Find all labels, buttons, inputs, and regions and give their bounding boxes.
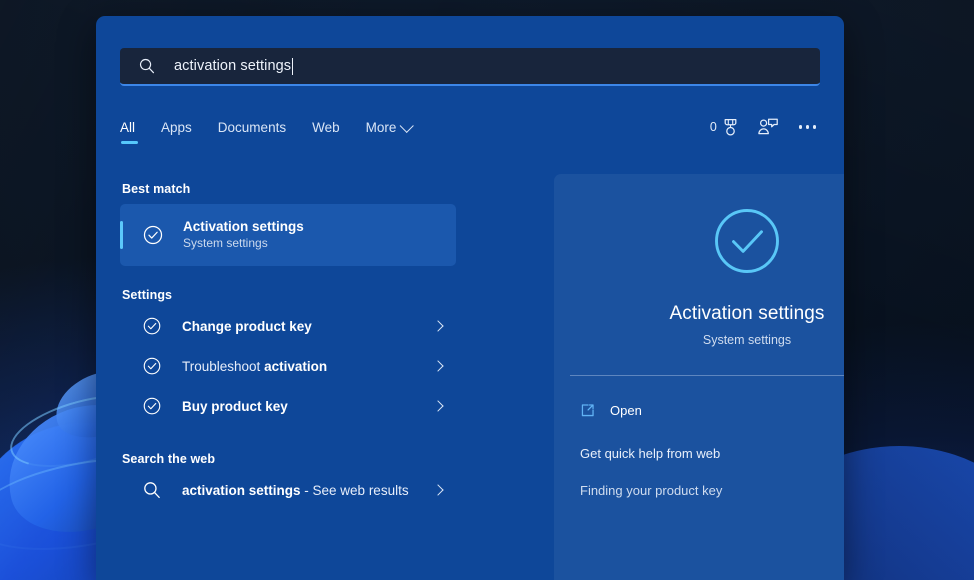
search-box-container[interactable]: activation settings	[120, 48, 820, 86]
settings-check-icon	[142, 224, 164, 246]
tab-all[interactable]: All	[120, 120, 135, 144]
preview-hero	[554, 174, 844, 283]
quick-help-link[interactable]: Get quick help from web	[580, 446, 844, 461]
tab-list: All Apps Documents Web More	[120, 120, 437, 144]
preview-title: Activation settings	[554, 303, 844, 325]
result-row-label: Change product key	[182, 319, 312, 334]
open-button[interactable]: Open	[580, 396, 844, 424]
chevron-right-icon	[432, 360, 443, 371]
ellipsis-dot	[799, 125, 802, 128]
web-query-text: activation settings	[182, 483, 301, 498]
settings-check-icon	[142, 356, 162, 376]
chevron-right-icon	[432, 484, 443, 495]
tab-web-label: Web	[312, 120, 340, 135]
result-row-buy-product-key[interactable]: Buy product key	[120, 386, 456, 426]
text-cursor	[292, 58, 293, 75]
finding-product-key-link[interactable]: Finding your product key	[580, 483, 844, 498]
best-match-result[interactable]: Activation settings System settings	[120, 204, 456, 266]
result-row-label: Buy product key	[182, 399, 288, 414]
search-results-list: Best match Activation settings System se…	[120, 174, 456, 580]
best-match-text: Activation settings System settings	[183, 219, 304, 251]
tab-documents[interactable]: Documents	[218, 120, 286, 144]
search-icon	[142, 480, 162, 500]
tab-apps-label: Apps	[161, 120, 192, 135]
result-row-label: activation settings - See web results	[182, 483, 409, 498]
tab-web[interactable]: Web	[312, 120, 340, 144]
web-results-suffix: - See web results	[301, 483, 409, 498]
search-filter-tabbar: All Apps Documents Web More 0	[120, 120, 820, 154]
tabbar-actions: 0	[710, 117, 820, 137]
tab-all-label: All	[120, 120, 135, 135]
open-button-label: Open	[610, 403, 642, 418]
preview-actions: Open Get quick help from web Finding you…	[554, 376, 844, 498]
windows-search-panel: activation settings All Apps Documents W…	[96, 16, 844, 580]
tab-more[interactable]: More	[366, 120, 412, 144]
rewards-button[interactable]: 0	[710, 118, 739, 137]
section-header-search-the-web: Search the web	[120, 426, 456, 470]
chevron-right-icon	[432, 400, 443, 411]
tab-documents-label: Documents	[218, 120, 286, 135]
feedback-icon[interactable]	[757, 117, 779, 137]
search-icon	[138, 57, 156, 75]
selection-accent-bar	[120, 221, 123, 249]
section-header-best-match: Best match	[120, 174, 456, 200]
ellipsis-dot	[806, 125, 809, 128]
result-row-web-search[interactable]: activation settings - See web results	[120, 470, 456, 510]
more-options-button[interactable]	[797, 121, 818, 132]
desktop-screen: activation settings All Apps Documents W…	[0, 0, 974, 580]
ellipsis-dot	[813, 125, 816, 128]
best-match-subtitle: System settings	[183, 236, 304, 251]
settings-check-icon	[142, 396, 162, 416]
chevron-down-icon	[400, 118, 414, 132]
result-row-label-match: activation	[264, 359, 327, 374]
settings-check-circle-icon	[710, 204, 784, 278]
chevron-right-icon	[432, 320, 443, 331]
rewards-medal-icon	[722, 118, 739, 137]
result-row-change-product-key[interactable]: Change product key	[120, 306, 456, 346]
result-row-label: Troubleshoot activation	[182, 359, 327, 374]
tab-more-label: More	[366, 120, 397, 135]
search-input-value: activation settings	[174, 58, 291, 74]
search-input[interactable]: activation settings	[120, 48, 820, 86]
tab-apps[interactable]: Apps	[161, 120, 192, 144]
settings-check-icon	[142, 316, 162, 336]
result-row-troubleshoot-activation[interactable]: Troubleshoot activation	[120, 346, 456, 386]
best-match-title: Activation settings	[183, 219, 304, 235]
result-row-label-prefix: Troubleshoot	[182, 359, 264, 374]
preview-subtitle: System settings	[554, 333, 844, 347]
result-preview-pane: Activation settings System settings Open…	[554, 174, 844, 580]
open-external-icon	[580, 403, 595, 418]
section-header-settings: Settings	[120, 266, 456, 306]
rewards-count: 0	[710, 120, 717, 134]
